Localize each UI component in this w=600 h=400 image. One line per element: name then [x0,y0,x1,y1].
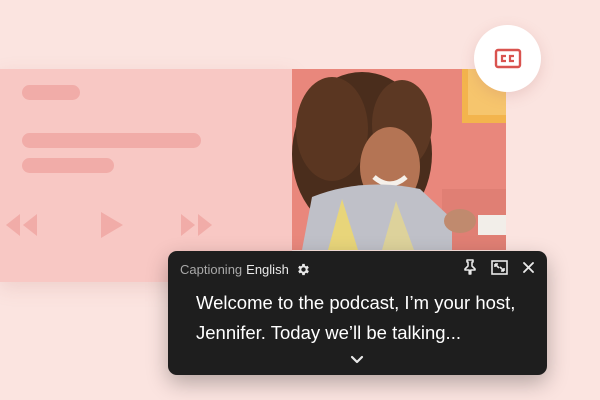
skeleton-text-line [22,133,201,148]
fast-forward-icon[interactable] [179,211,215,239]
play-icon[interactable] [100,211,124,239]
rewind-icon[interactable] [4,211,40,239]
close-icon[interactable] [522,261,535,274]
podcast-host-photo [292,69,506,250]
caption-header: Captioning English [180,260,311,278]
closed-captions-button[interactable] [474,25,541,92]
caption-language[interactable]: English [246,262,289,277]
closed-captions-icon [494,48,522,69]
live-caption-panel: Captioning English Welcome to the podcas… [168,251,547,375]
chevron-down-icon[interactable] [350,352,364,370]
skeleton-title-line [22,85,80,100]
caption-text: Welcome to the podcast, I’m your host, J… [196,292,516,343]
resize-icon[interactable] [491,259,508,275]
pin-icon[interactable] [463,259,477,275]
caption-app-label: Captioning [180,261,243,277]
gear-icon[interactable] [296,262,311,277]
skeleton-text-line [22,158,114,173]
caption-actions [463,259,535,275]
